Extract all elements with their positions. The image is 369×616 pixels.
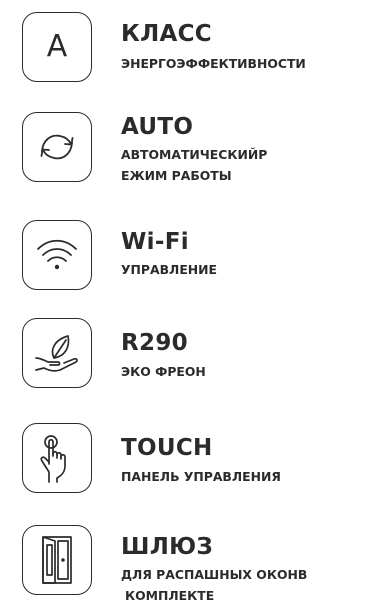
feature-title: TOUCH	[121, 435, 213, 461]
feature-r290: R290 ЭКО ФРЕОН	[22, 318, 367, 394]
feature-window-gateway: ШЛЮЗ ДЛЯ РАСПАШНЫХ ОКОНВ КОМПЛЕКТЕ	[22, 525, 367, 603]
feature-title: ШЛЮЗ	[121, 534, 214, 560]
feature-title: AUTO	[121, 114, 194, 140]
feature-title: R290	[121, 330, 188, 356]
feature-subtitle-line: ЭКО ФРЕОН	[121, 364, 206, 379]
feature-auto-mode: AUTO АВТОМАТИЧЕСКИЙР ЕЖИМ РАБОТЫ	[22, 112, 367, 188]
letter-a-glyph: A	[46, 29, 68, 64]
feature-subtitle: ДЛЯ РАСПАШНЫХ ОКОНВ КОМПЛЕКТЕ	[121, 564, 307, 606]
refresh-arrows-icon	[22, 112, 92, 182]
feature-subtitle-line: ПАНЕЛЬ УПРАВЛЕНИЯ	[121, 469, 281, 484]
letter-a-icon: A	[22, 12, 92, 82]
feature-subtitle: АВТОМАТИЧЕСКИЙР ЕЖИМ РАБОТЫ	[121, 144, 267, 186]
feature-subtitle: ЭКО ФРЕОН	[121, 361, 206, 382]
feature-subtitle-line: ДЛЯ РАСПАШНЫХ ОКОНВ	[121, 567, 308, 582]
wifi-icon	[22, 220, 92, 290]
feature-subtitle-line: ЕЖИМ РАБОТЫ	[121, 168, 232, 183]
feature-wifi: Wi-Fi УПРАВЛЕНИЕ	[22, 220, 367, 296]
touch-hand-icon	[22, 423, 92, 493]
feature-subtitle: ПАНЕЛЬ УПРАВЛЕНИЯ	[121, 466, 281, 487]
feature-subtitle: УПРАВЛЕНИЕ	[121, 259, 217, 280]
window-lock-icon	[22, 525, 92, 595]
feature-subtitle-line: КОМПЛЕКТЕ	[125, 588, 215, 603]
leaf-hand-icon	[22, 318, 92, 388]
feature-title: Wi-Fi	[121, 229, 189, 255]
feature-subtitle-line: УПРАВЛЕНИЕ	[121, 262, 217, 277]
feature-title: КЛАСС	[121, 21, 212, 47]
feature-subtitle-line: ЭНЕРГОЭФФЕКТИВНОСТИ	[121, 56, 306, 71]
feature-touch: TOUCH ПАНЕЛЬ УПРАВЛЕНИЯ	[22, 423, 367, 499]
feature-subtitle: ЭНЕРГОЭФФЕКТИВНОСТИ	[121, 53, 306, 74]
feature-subtitle-line: АВТОМАТИЧЕСКИЙР	[121, 147, 268, 162]
feature-energy-class: A КЛАСС ЭНЕРГОЭФФЕКТИВНОСТИ	[22, 12, 367, 88]
